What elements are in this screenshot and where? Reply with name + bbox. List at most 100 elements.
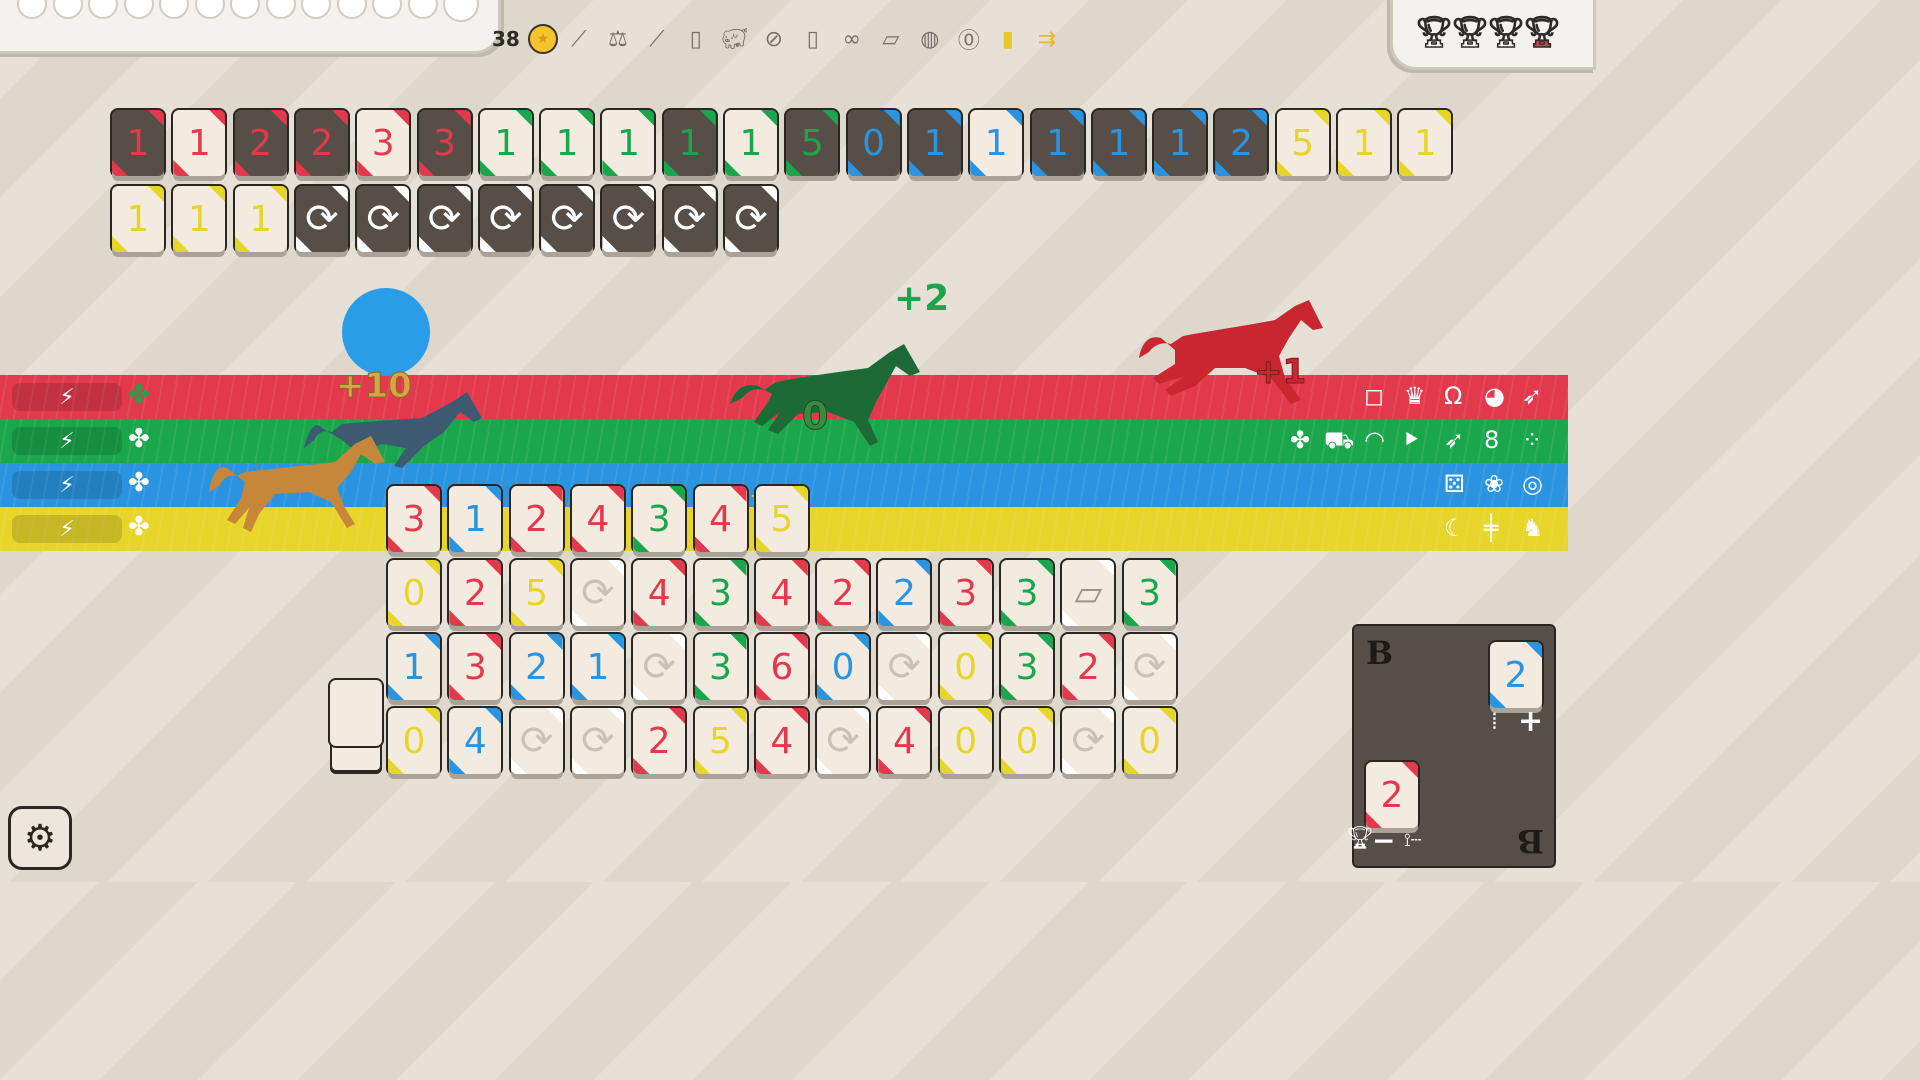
played-card[interactable]: ⟳ [418, 186, 471, 252]
played-card[interactable]: 1 [1399, 110, 1452, 176]
played-card[interactable]: 1 [908, 110, 961, 176]
rainbow-icon[interactable]: ◠ [1364, 426, 1385, 454]
played-card[interactable]: 3 [357, 110, 410, 176]
played-card[interactable]: 1 [112, 186, 164, 252]
hand-card[interactable]: 2 [878, 560, 931, 626]
horseshoe-icon[interactable]: Ω [1444, 382, 1462, 410]
hand-card[interactable]: 3 [449, 634, 502, 700]
played-card[interactable]: 2 [295, 110, 348, 176]
boost-button[interactable]: ⚡︎ [12, 427, 122, 455]
battery-icon[interactable]: ▮ [991, 22, 1025, 56]
played-card[interactable]: 1 [1092, 110, 1145, 176]
hand-card[interactable]: 4 [755, 560, 808, 626]
panel-card-top[interactable]: 2 [1490, 642, 1542, 708]
hand-card[interactable]: 4 [449, 708, 502, 774]
minus-one-card-icon[interactable]: ▯ [796, 22, 830, 56]
played-card[interactable]: 1 [173, 186, 226, 252]
hand-card[interactable]: ⟳ [571, 560, 624, 626]
hand-card[interactable]: 2 [817, 560, 870, 626]
hand-card[interactable]: 2 [449, 560, 502, 626]
played-card[interactable]: 2 [1215, 110, 1268, 176]
hand-card[interactable]: 5 [510, 560, 563, 626]
hand-card[interactable]: 0 [1123, 708, 1176, 774]
played-card[interactable]: 1 [602, 110, 655, 176]
dice-icon[interactable]: ⚄ [1444, 470, 1465, 498]
played-card[interactable]: 5 [786, 110, 839, 176]
hand-card[interactable]: ⟳ [510, 708, 563, 774]
played-card[interactable]: 2 [234, 110, 287, 176]
hand-card[interactable]: 3 [694, 560, 747, 626]
flag-icon[interactable]: ⯈ [1402, 426, 1421, 454]
played-card[interactable]: 1 [1154, 110, 1207, 176]
clover-icon[interactable]: ✤ [1290, 426, 1310, 454]
hand-card[interactable]: 5 [694, 708, 747, 774]
hand-card[interactable]: 2 [633, 708, 686, 774]
panel-card-bottom[interactable]: 2 [1366, 762, 1418, 828]
dice-cube-icon[interactable]: ◻ [1364, 382, 1384, 410]
hand-card[interactable]: ▱ [1062, 560, 1115, 626]
no-syringe-icon[interactable]: ⟋ [640, 22, 674, 56]
banana-icon[interactable]: ☾ [1444, 514, 1466, 542]
played-card[interactable]: 1 [173, 110, 226, 176]
hand-card[interactable]: ⟳ [571, 708, 624, 774]
hand-card[interactable]: ⟳ [878, 634, 931, 700]
played-card[interactable]: ⟳ [663, 186, 716, 252]
hand-card[interactable]: ⟳ [633, 634, 686, 700]
scales-icon[interactable]: ⚖ [601, 22, 635, 56]
hand-card[interactable]: 4 [878, 708, 931, 774]
hand-card[interactable]: ⟳ [1123, 634, 1176, 700]
crown-icon[interactable]: ♛ [1404, 382, 1426, 410]
hand-card[interactable]: 4 [633, 560, 686, 626]
hand-card[interactable]: 0 [817, 634, 870, 700]
hand-card[interactable]: 2 [510, 486, 563, 552]
hand-card[interactable]: 2 [1062, 634, 1115, 700]
double-zero-icon[interactable]: ⓪ [952, 22, 986, 56]
piggy-bank-icon[interactable]: 🐖︎ [718, 22, 752, 56]
hand-card[interactable]: 2 [510, 634, 563, 700]
rings-icon[interactable]: ◎ [1522, 470, 1543, 498]
double-eight-icon[interactable]: 8 [1484, 426, 1499, 454]
infinity-icon[interactable]: ∞ [835, 22, 869, 56]
hand-card[interactable]: 4 [694, 486, 747, 552]
played-card[interactable]: ⟳ [602, 186, 655, 252]
palette-icon[interactable]: ◕ [1484, 382, 1505, 410]
cards-icon[interactable]: ▯ [679, 22, 713, 56]
hand-card[interactable]: 3 [1123, 560, 1176, 626]
played-card[interactable]: 1 [234, 186, 287, 252]
hand-card[interactable]: 3 [388, 486, 440, 552]
hand-card[interactable]: 4 [755, 708, 808, 774]
hand-card[interactable]: ⟳ [817, 708, 870, 774]
hand-card[interactable]: 0 [388, 560, 440, 626]
hand-card[interactable]: 0 [388, 708, 440, 774]
hand-card[interactable]: 1 [571, 634, 624, 700]
played-card[interactable]: 3 [418, 110, 471, 176]
hand-card[interactable]: 3 [1001, 634, 1053, 700]
boost-button[interactable]: ⚡︎ [12, 515, 122, 543]
played-card[interactable]: ⟳ [541, 186, 594, 252]
orange-horse[interactable] [205, 428, 390, 538]
hand-card[interactable]: ⟳ [1062, 708, 1115, 774]
hand-card[interactable]: 3 [633, 486, 686, 552]
played-card[interactable]: 1 [112, 110, 164, 176]
hand-card[interactable]: 0 [939, 634, 992, 700]
paw-icon[interactable]: ❀ [1484, 470, 1504, 498]
played-card[interactable]: ⟳ [725, 186, 777, 252]
carrot-icon[interactable]: ➶ [1522, 382, 1542, 410]
hand-card[interactable]: 5 [755, 486, 808, 552]
draw-pile[interactable] [330, 680, 382, 746]
played-card[interactable]: ⟳ [295, 186, 348, 252]
played-card[interactable]: 1 [725, 110, 777, 176]
played-card[interactable]: ⟳ [479, 186, 532, 252]
no-card-icon[interactable]: ⊘ [757, 22, 791, 56]
boost-button[interactable]: ⚡︎ [12, 471, 122, 499]
tractor-icon[interactable]: ⛟ [1324, 426, 1354, 457]
plus-button[interactable]: + [1518, 704, 1543, 739]
carrot-icon[interactable]: ➶ [1444, 426, 1464, 454]
horse-icon[interactable]: ♞ [1522, 514, 1544, 542]
boost-button[interactable]: ⚡︎ [12, 383, 122, 411]
played-card[interactable]: 1 [1031, 110, 1084, 176]
hand-card[interactable]: 0 [1001, 708, 1053, 774]
no-sword-icon[interactable]: ⟋ [562, 22, 596, 56]
hand-card[interactable]: 6 [755, 634, 808, 700]
played-card[interactable]: 0 [847, 110, 900, 176]
